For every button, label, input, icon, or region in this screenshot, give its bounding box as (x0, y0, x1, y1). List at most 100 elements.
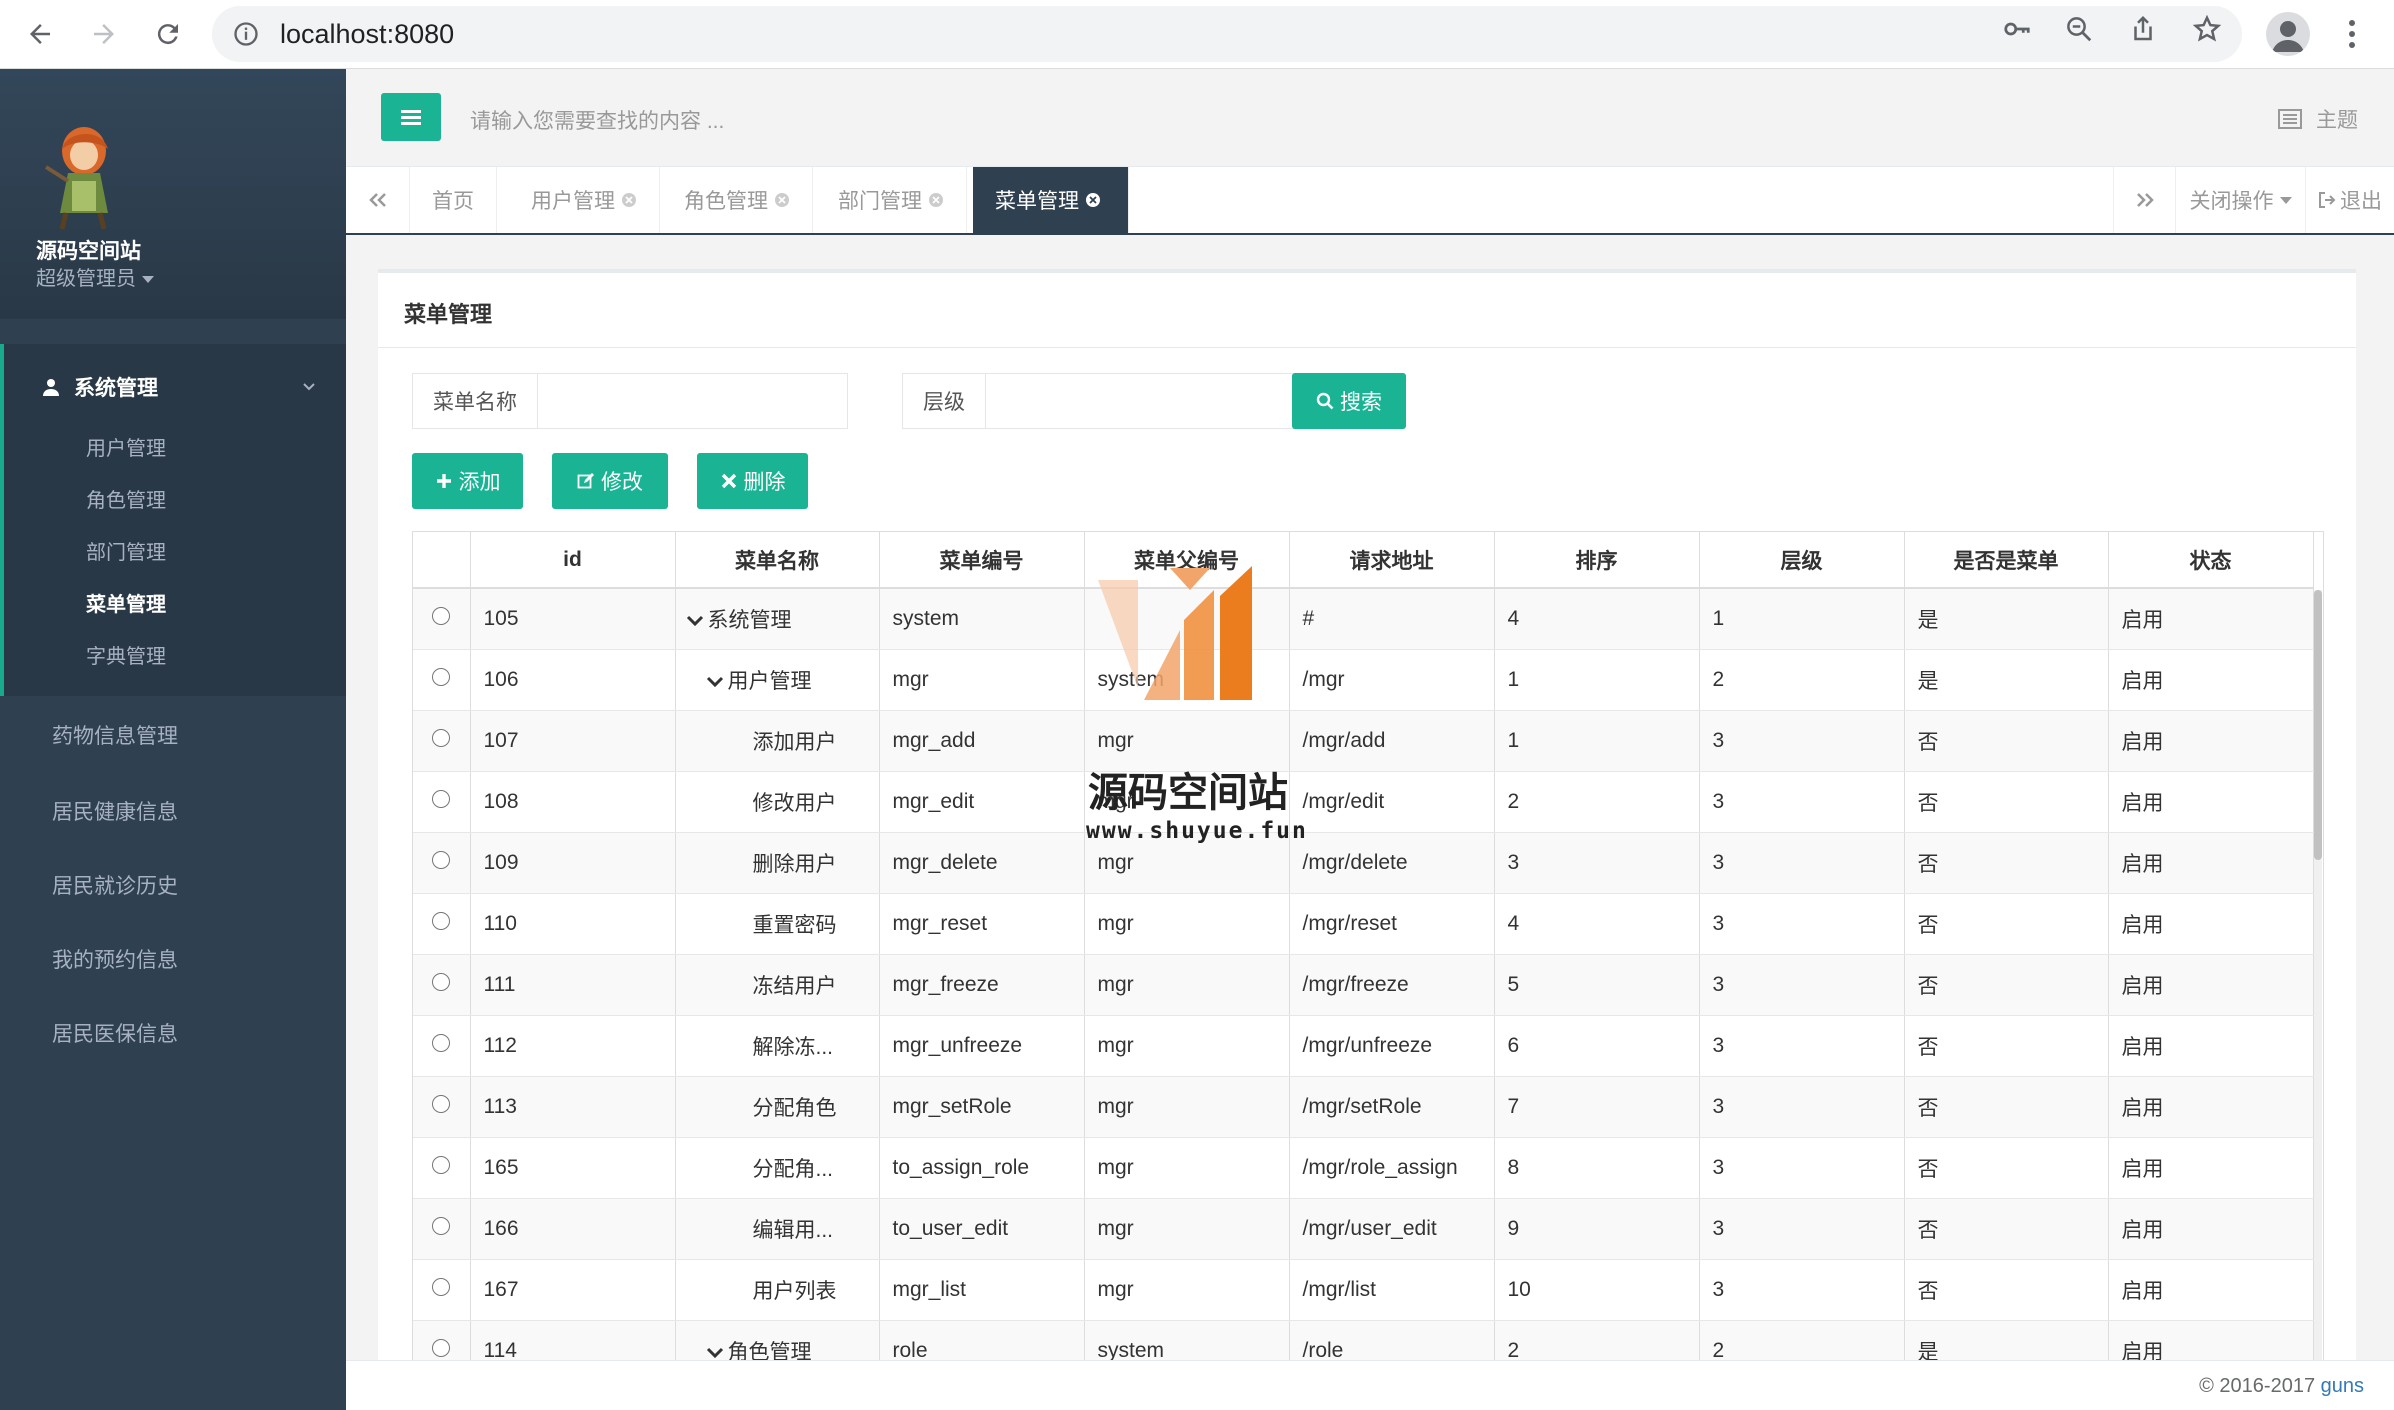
row-select-cell (413, 832, 471, 894)
table-scrollbar-thumb[interactable] (2314, 590, 2322, 860)
close-icon[interactable] (1085, 192, 1101, 208)
row-radio[interactable] (432, 1277, 451, 1296)
sidebar-item-departments[interactable]: 部门管理 (86, 536, 166, 565)
col-level[interactable]: 层级 (1699, 532, 1905, 589)
col-status[interactable]: 状态 (2108, 532, 2314, 589)
search-button[interactable]: 搜索 (1292, 373, 1406, 429)
table-row[interactable]: 111 冻结用户 mgr_freeze mgr/mgr/freeze 5 3 否启用 (413, 954, 2314, 1016)
row-select-cell (413, 1076, 471, 1138)
table-row[interactable]: 112 解除冻... mgr_unfreeze mgr/mgr/unfreeze 6 3 否… (413, 1015, 2314, 1077)
sidebar-item-drug-info[interactable]: 药物信息管理 (52, 720, 178, 750)
footer-link[interactable]: guns (2321, 1375, 2364, 1397)
reload-icon[interactable] (146, 12, 190, 56)
table-row[interactable]: 106 用户管理 mgr system/mgr 1 2 是启用 (413, 649, 2314, 711)
row-radio[interactable] (432, 1155, 451, 1174)
add-button[interactable]: 添加 (412, 453, 523, 509)
row-radio[interactable] (432, 667, 451, 686)
sidebar-group-header[interactable]: 系统管理 (42, 372, 158, 402)
address-bar[interactable]: localhost:8080 (212, 6, 2242, 62)
row-select-cell (413, 710, 471, 772)
col-sort[interactable]: 排序 (1494, 532, 1700, 589)
chevron-down-icon[interactable] (686, 615, 704, 627)
close-icon[interactable] (774, 192, 790, 208)
table-row[interactable]: 113 分配角色 mgr_setRole mgr/mgr/setRole 7 3 否启用 (413, 1076, 2314, 1138)
table-row[interactable]: 166 编辑用... to_user_edit mgr/mgr/user_edit 9 3… (413, 1198, 2314, 1260)
sidebar-item-roles[interactable]: 角色管理 (86, 484, 166, 513)
bookmark-star-icon[interactable] (2190, 12, 2224, 46)
sidebar-item-insurance[interactable]: 居民医保信息 (52, 1018, 178, 1048)
back-icon[interactable] (18, 12, 62, 56)
cell-url: /mgr/reset (1289, 893, 1495, 955)
tab-menus[interactable]: 菜单管理 (973, 167, 1129, 233)
row-radio[interactable] (432, 1033, 451, 1052)
close-icon[interactable] (928, 192, 944, 208)
row-radio[interactable] (432, 728, 451, 747)
menu-name-input[interactable] (537, 373, 848, 429)
sidebar-item-dictionary[interactable]: 字典管理 (86, 640, 166, 669)
chevron-down-icon[interactable] (706, 676, 724, 688)
delete-button[interactable]: 删除 (697, 453, 808, 509)
edit-label: 修改 (601, 471, 643, 494)
table-row[interactable]: 108 修改用户 mgr_edit mgr/mgr/edit 2 3 否启用 (413, 771, 2314, 833)
row-radio[interactable] (432, 911, 451, 930)
table-row[interactable]: 105 系统管理 system #4 1 是启用 (413, 588, 2314, 650)
table-row[interactable]: 109 删除用户 mgr_delete mgr/mgr/delete 3 3 否启用 (413, 832, 2314, 894)
profile-role-dropdown[interactable]: 超级管理员 (36, 262, 154, 291)
cell-parent-code: mgr (1084, 1137, 1290, 1199)
close-operations-dropdown[interactable]: 关闭操作 (2175, 167, 2305, 233)
tabs-scroll-right-icon[interactable] (2113, 167, 2175, 233)
url-text[interactable]: localhost:8080 (280, 19, 454, 50)
row-radio[interactable] (432, 972, 451, 991)
share-icon[interactable] (2126, 12, 2160, 46)
info-icon[interactable] (232, 20, 260, 48)
chevron-down-icon[interactable] (302, 380, 316, 394)
table-row[interactable]: 110 重置密码 mgr_reset mgr/mgr/reset 4 3 否启用 (413, 893, 2314, 955)
cell-status: 启用 (2108, 710, 2314, 772)
top-search-input[interactable]: 请输入您需要查找的内容 ... (470, 105, 724, 135)
row-radio[interactable] (432, 1216, 451, 1235)
cell-sort: 6 (1494, 1015, 1700, 1077)
row-select-cell (413, 893, 471, 955)
menu-toggle-button[interactable] (381, 93, 441, 141)
cell-menu-name: 编辑用... (675, 1198, 880, 1260)
sidebar-item-menus[interactable]: 菜单管理 (86, 588, 166, 617)
col-menu-name[interactable]: 菜单名称 (675, 532, 880, 589)
row-radio[interactable] (432, 1094, 451, 1113)
tab-departments[interactable]: 部门管理 (816, 167, 967, 233)
table-row[interactable]: 167 用户列表 mgr_list mgr/mgr/list 10 3 否启用 (413, 1259, 2314, 1321)
zoom-icon[interactable] (2062, 12, 2096, 46)
col-menu-code[interactable]: 菜单编号 (879, 532, 1085, 589)
sidebar-item-visit-history[interactable]: 居民就诊历史 (52, 870, 178, 900)
avatar[interactable] (38, 121, 122, 231)
level-input[interactable] (985, 373, 1341, 429)
key-icon[interactable] (2000, 12, 2034, 46)
tab-home[interactable]: 首页 (410, 167, 497, 233)
cell-menu-name: 分配角... (675, 1137, 880, 1199)
sidebar-item-users[interactable]: 用户管理 (86, 432, 166, 461)
sidebar-item-health-info[interactable]: 居民健康信息 (52, 796, 178, 826)
tab-roles[interactable]: 角色管理 (662, 167, 813, 233)
tab-users[interactable]: 用户管理 (509, 167, 660, 233)
row-select-cell (413, 771, 471, 833)
row-radio[interactable] (432, 850, 451, 869)
edit-button[interactable]: 修改 (552, 453, 668, 509)
theme-button[interactable]: 主题 (2278, 104, 2358, 134)
logout-button[interactable]: 退出 (2305, 167, 2394, 233)
col-is-menu[interactable]: 是否是菜单 (1904, 532, 2109, 589)
row-radio[interactable] (432, 789, 451, 808)
forward-icon[interactable] (82, 12, 126, 56)
cell-is-menu: 否 (1904, 771, 2109, 833)
cell-sort: 5 (1494, 954, 1700, 1016)
sidebar-item-appointments[interactable]: 我的预约信息 (52, 944, 178, 974)
table-row[interactable]: 165 分配角... to_assign_role mgr/mgr/role_assi… (413, 1137, 2314, 1199)
close-icon[interactable] (621, 192, 637, 208)
tabs-scroll-left-icon[interactable] (346, 167, 410, 233)
col-id[interactable]: id (470, 532, 676, 589)
menu-tree-table: id 菜单名称 菜单编号 菜单父编号 请求地址 排序 层级 是否是菜单 状态 1… (412, 531, 2324, 1373)
browser-profile-icon[interactable] (2266, 12, 2310, 56)
browser-menu-icon[interactable] (2340, 14, 2364, 54)
chevron-down-icon[interactable] (706, 1347, 724, 1359)
row-radio[interactable] (432, 606, 451, 625)
table-row[interactable]: 107 添加用户 mgr_add mgr/mgr/add 1 3 否启用 (413, 710, 2314, 772)
row-radio[interactable] (432, 1338, 451, 1357)
